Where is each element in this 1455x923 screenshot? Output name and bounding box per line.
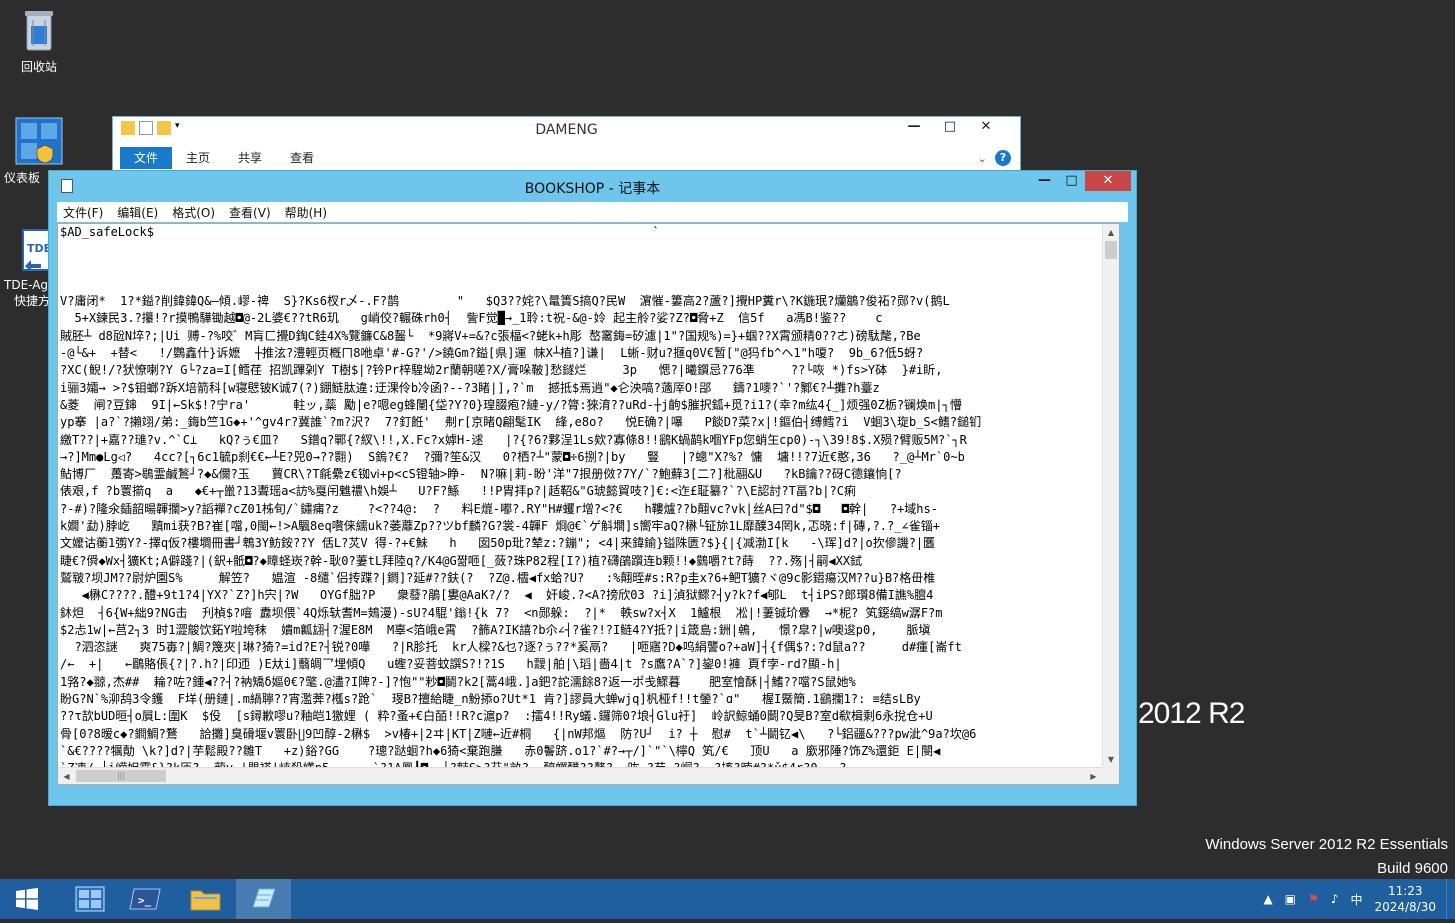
close-button[interactable]: ✕: [968, 117, 1004, 137]
notepad-window[interactable]: BOOKSHOP - 记事本 — □ ✕ 文件(F) 编辑(E) 格式(O) 查…: [48, 170, 1137, 806]
show-desktop-button[interactable]: [1446, 879, 1455, 919]
maximize-button[interactable]: □: [932, 117, 968, 137]
scroll-down-arrow-icon[interactable]: ▼: [1103, 751, 1119, 768]
ime-indicator[interactable]: 中: [1350, 891, 1362, 908]
os-build: Build 9600: [1377, 860, 1448, 877]
scroll-up-arrow-icon[interactable]: ▲: [1103, 224, 1119, 241]
os-edition: Windows Server 2012 R2 Essentials: [1205, 836, 1448, 853]
close-button[interactable]: ✕: [1085, 171, 1131, 191]
network-icon[interactable]: ▣: [1285, 892, 1296, 906]
horizontal-scroll-thumb[interactable]: |||: [76, 770, 166, 782]
clock-date: 2024/8/30: [1374, 900, 1436, 914]
svg-text:>_: >_: [138, 894, 152, 907]
help-icon[interactable]: ?: [995, 150, 1011, 166]
file-explorer-icon: [190, 890, 221, 911]
minimize-button[interactable]: —: [1031, 171, 1058, 191]
desktop-icon-label: 回收站: [20, 60, 57, 74]
server-manager-icon: [75, 886, 105, 912]
maximize-button[interactable]: □: [1058, 171, 1085, 191]
taskbar-powershell[interactable]: >_: [118, 879, 173, 919]
tab-share[interactable]: 共享: [224, 147, 276, 169]
powershell-icon: >_: [129, 888, 161, 910]
recycle-bin-icon: [21, 8, 57, 54]
scroll-left-arrow-icon[interactable]: ◀: [58, 768, 75, 784]
notepad-menubar: 文件(F) 编辑(E) 格式(O) 查看(V) 帮助(H): [57, 202, 1128, 222]
desktop-icon-recycle-bin[interactable]: 回收站: [0, 8, 78, 75]
clock-time: 11:23: [1387, 884, 1423, 898]
menu-format[interactable]: 格式(O): [172, 204, 215, 221]
tab-view[interactable]: 查看: [276, 147, 328, 169]
taskbar: >_ ▲ ▣ ⚑ ♪ 中 11:23 2024/8/30: [0, 879, 1455, 919]
dashboard-icon: [15, 117, 63, 165]
vertical-scrollbar[interactable]: ▲ ▼: [1102, 224, 1119, 768]
system-tray: ▲ ▣ ⚑ ♪ 中 11:23 2024/8/30: [1257, 879, 1455, 919]
vertical-scroll-thumb[interactable]: [1105, 241, 1117, 259]
menu-view[interactable]: 查看(V): [229, 204, 271, 221]
notepad-text-content[interactable]: $AD_safeLock$ ` V?庸闭* 1?*鎰?削鍏鍏Q&—傾.嵺-禆 S…: [60, 224, 1104, 768]
taskbar-notepad[interactable]: [236, 879, 291, 919]
explorer-ribbon: 文件 主页 共享 查看 ⌄ ?: [120, 147, 1013, 169]
os-logo-text: 2012 R2: [1138, 697, 1245, 730]
menu-file[interactable]: 文件(F): [63, 204, 103, 221]
notepad-editor[interactable]: $AD_safeLock$ ` V?庸闭* 1?*鎰?削鍏鍏Q&—傾.嵺-禆 S…: [57, 223, 1120, 785]
windows-logo-icon: [16, 887, 38, 910]
menu-help[interactable]: 帮助(H): [285, 204, 327, 221]
scrollbar-corner: [1102, 767, 1119, 784]
taskbar-file-explorer[interactable]: [178, 879, 233, 919]
notepad-titlebar[interactable]: BOOKSHOP - 记事本 — □ ✕: [49, 171, 1136, 201]
start-button[interactable]: [0, 879, 54, 919]
explorer-title: DAMENG: [535, 122, 598, 138]
notepad-icon: [252, 888, 276, 908]
horizontal-scrollbar[interactable]: ◀ ||| ▶: [58, 767, 1102, 784]
clock[interactable]: 11:23 2024/8/30: [1374, 883, 1436, 915]
os-watermark: Windows Server 2012 R2 Essentials Build …: [1205, 833, 1448, 881]
explorer-window[interactable]: ▾ DAMENG — □ ✕ 文件 主页 共享 查看 ⌄ ?: [112, 116, 1021, 178]
volume-icon[interactable]: ♪: [1331, 892, 1339, 906]
notepad-title: BOOKSHOP - 记事本: [524, 181, 661, 197]
scroll-right-arrow-icon[interactable]: ▶: [1085, 768, 1102, 784]
taskbar-server-manager[interactable]: [63, 879, 118, 919]
minimize-button[interactable]: —: [896, 117, 932, 137]
action-center-icon[interactable]: ⚑: [1308, 892, 1319, 906]
tab-file[interactable]: 文件: [120, 147, 173, 169]
tab-home[interactable]: 主页: [172, 147, 224, 169]
show-hidden-icons-icon[interactable]: ▲: [1263, 892, 1272, 906]
explorer-titlebar[interactable]: ▾ DAMENG — □ ✕: [113, 117, 1020, 141]
menu-edit[interactable]: 编辑(E): [117, 204, 158, 221]
expand-ribbon-icon[interactable]: ⌄: [978, 152, 987, 165]
